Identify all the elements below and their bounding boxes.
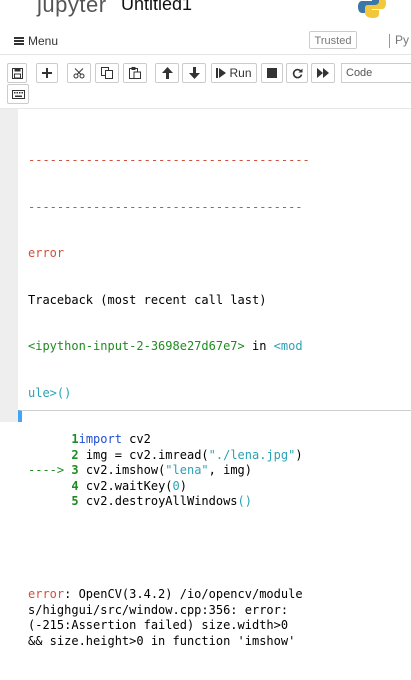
- line-arrow: [28, 448, 71, 462]
- traceback-code-line: 2 img = cv2.imread("./lena.jpg"): [28, 448, 408, 464]
- line-number: 5: [71, 494, 79, 508]
- menu-label: Menu: [28, 34, 59, 48]
- code-token: import: [78, 432, 122, 446]
- cut-cell-button[interactable]: [67, 63, 91, 83]
- cell-output-error: --------------------------------------- …: [28, 122, 408, 680]
- line-arrow: [28, 479, 71, 493]
- cell-type-select[interactable]: Code: [341, 63, 411, 83]
- copy-cell-button[interactable]: [95, 63, 119, 83]
- save-icon: [11, 67, 23, 79]
- traceback-separator: ---------------------------------------: [28, 153, 310, 167]
- restart-icon: [292, 68, 302, 78]
- stop-icon: [267, 68, 277, 78]
- traceback-code-line: 1import cv2: [28, 432, 408, 448]
- insert-cell-button[interactable]: [36, 63, 58, 83]
- traceback-location-line: <ipython-input-2-3698e27d67e7> in <mod: [28, 339, 408, 355]
- selected-code-cell[interactable]: [18, 410, 411, 422]
- run-label: Run: [229, 66, 252, 80]
- notebook-area: --------------------------------------- …: [0, 109, 411, 648]
- error-message: error: OpenCV(3.4.2) /io/opencv/module s/…: [28, 587, 408, 649]
- python-logo-icon: [358, 0, 386, 18]
- code-token: cv2.destroyAllWindows: [78, 494, 238, 508]
- in-word: in: [244, 339, 274, 353]
- step-forward-icon: [216, 68, 227, 78]
- line-arrow: [28, 494, 71, 508]
- move-cell-down-button[interactable]: [182, 63, 206, 83]
- traceback-separator: --------------------------------------: [28, 199, 303, 214]
- notebook-container: --------------------------------------- …: [18, 109, 411, 648]
- code-token: ): [295, 447, 303, 462]
- jupyter-logo-icon[interactable]: [10, 0, 32, 10]
- command-palette-button[interactable]: [7, 84, 29, 104]
- error-label: error: [28, 246, 65, 260]
- traceback-header: Traceback (most recent call last): [28, 292, 267, 307]
- module-name: <mod: [273, 339, 303, 353]
- menubar-divider: [389, 34, 390, 48]
- code-token: 0: [172, 478, 180, 493]
- code-token: "./lena.jpg": [208, 447, 296, 462]
- scissors-icon: [73, 67, 85, 78]
- traceback-code-line: 4 cv2.waitKey(0): [28, 479, 408, 495]
- error-message-line: (-215:Assertion failed) size.width>0: [28, 618, 289, 632]
- error-message-line: s/highgui/src/window.cpp:356: error:: [28, 602, 289, 617]
- paste-cell-button[interactable]: [123, 63, 147, 83]
- code-token: img = cv2.imread(: [78, 447, 209, 462]
- hamburger-icon: [14, 37, 24, 45]
- module-name-continued: ule>(): [28, 385, 72, 400]
- jupyter-logo-text[interactable]: jupyter: [37, 0, 107, 18]
- arrow-down-icon: [188, 67, 200, 79]
- code-token: ): [179, 478, 187, 493]
- line-number: 1: [71, 432, 79, 446]
- line-number: 2: [71, 447, 79, 462]
- code-token: cv2.waitKey(: [78, 478, 173, 493]
- error-message-line: error: OpenCV(3.4.2) /io/opencv/module: [28, 587, 303, 601]
- trusted-indicator[interactable]: Trusted: [309, 31, 357, 49]
- restart-kernel-button[interactable]: [286, 63, 308, 83]
- arrow-up-icon: [161, 67, 173, 79]
- fast-forward-icon: [317, 68, 329, 78]
- traceback-code-line: 5 cv2.destroyAllWindows(): [28, 494, 408, 510]
- kernel-indicator[interactable]: Py: [395, 33, 409, 47]
- move-cell-up-button[interactable]: [155, 63, 179, 83]
- traceback-code-line: ----> 3 cv2.imshow("lena", img): [28, 463, 408, 479]
- menubar: Menu Trusted Py: [0, 28, 411, 55]
- save-button[interactable]: [7, 63, 27, 83]
- line-arrow: ---->: [28, 463, 72, 477]
- run-button[interactable]: Run: [211, 63, 257, 83]
- traceback-code-lines: 1import cv2 2 img = cv2.imread("./lena.j…: [28, 432, 408, 510]
- line-number: 3: [71, 463, 79, 477]
- error-message-line: && size.height>0 in function 'imshow': [28, 633, 296, 648]
- copy-icon: [101, 67, 113, 79]
- interrupt-kernel-button[interactable]: [261, 63, 283, 83]
- code-token: "lena": [165, 463, 209, 477]
- keyboard-icon: [11, 89, 25, 99]
- toolbar: Run Code: [0, 56, 411, 109]
- code-token: , img): [208, 463, 253, 477]
- code-token: (): [237, 494, 252, 508]
- code-token: cv2.imshow(: [78, 463, 166, 477]
- notebook-name[interactable]: Untitled1: [121, 0, 192, 15]
- menu-button[interactable]: Menu: [14, 32, 58, 50]
- input-location: <ipython-input-2-3698e27d67e7>: [28, 339, 245, 353]
- line-number: 4: [71, 478, 79, 493]
- restart-run-all-button[interactable]: [311, 63, 335, 83]
- notebook-header: jupyter Untitled1: [0, 0, 411, 20]
- plus-icon: [42, 68, 52, 78]
- paste-icon: [129, 67, 141, 79]
- code-token: cv2: [121, 432, 151, 446]
- line-arrow: [28, 432, 71, 446]
